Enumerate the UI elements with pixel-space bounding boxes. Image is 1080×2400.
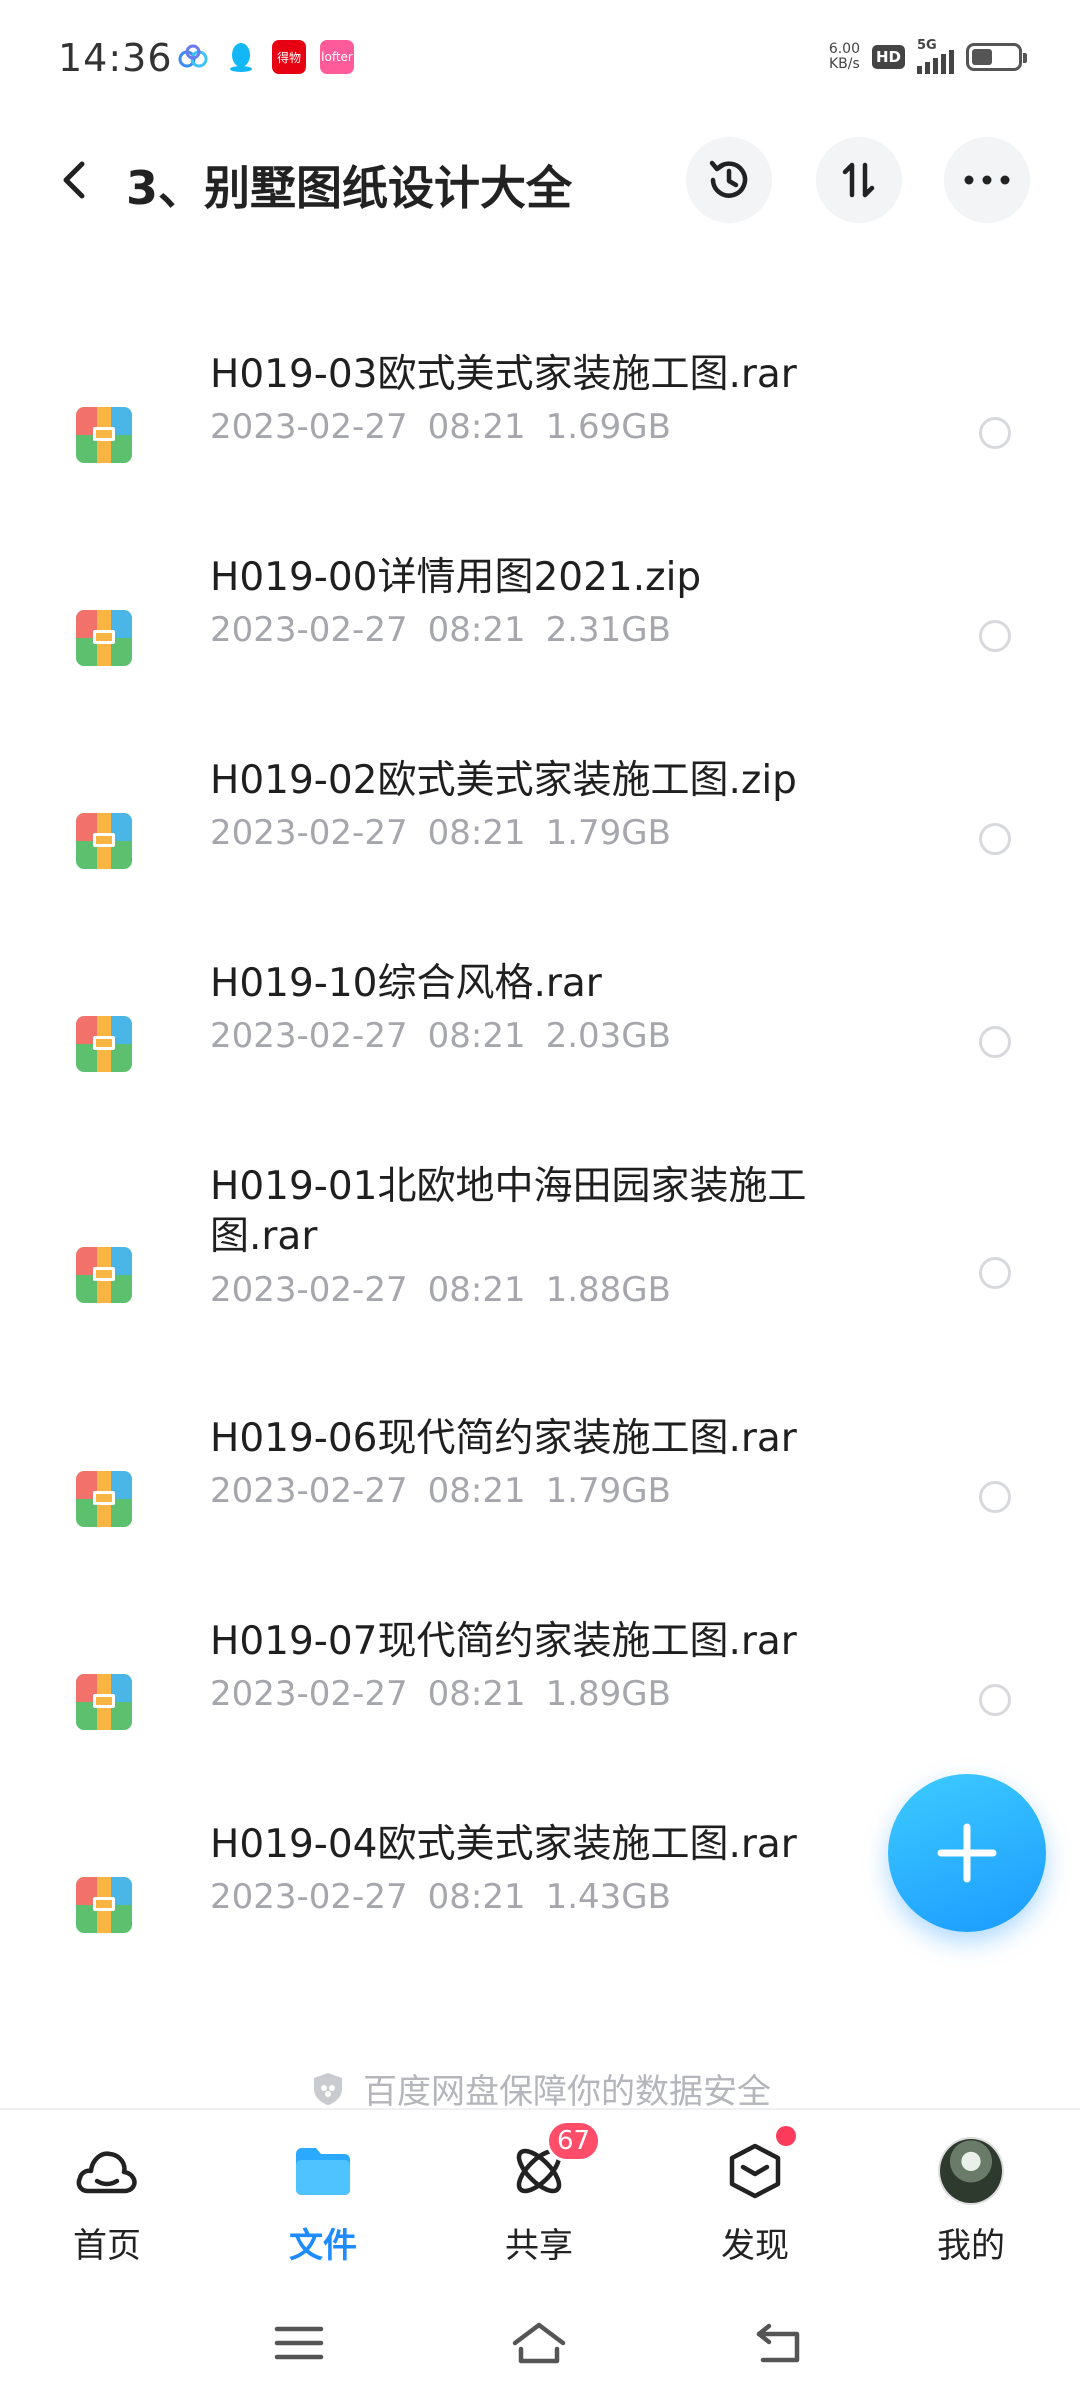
folder-icon <box>290 2138 356 2204</box>
archive-file-icon <box>76 1471 132 1527</box>
archive-file-icon <box>76 813 132 869</box>
discover-badge-dot <box>776 2126 796 2146</box>
add-button[interactable] <box>888 1774 1046 1932</box>
nav-label-mine: 我的 <box>937 2226 1005 2266</box>
archive-file-icon <box>76 1016 132 1072</box>
nav-item-files[interactable]: 文件 <box>253 2138 393 2268</box>
nav-label-share: 共享 <box>505 2226 573 2266</box>
file-meta: 2023-02-27 08:21 1.89GB <box>210 1674 671 1714</box>
select-radio[interactable] <box>979 620 1011 652</box>
sort-icon <box>842 162 875 198</box>
select-radio[interactable] <box>979 1684 1011 1716</box>
cube-discover-icon <box>722 2126 796 2204</box>
nav-item-home[interactable]: 首页 <box>37 2138 177 2268</box>
archive-file-icon <box>76 407 132 463</box>
file-name: H019-10综合风格.rar <box>210 961 602 1006</box>
atom-share-icon: 67 <box>506 2120 602 2204</box>
back-icon <box>756 2323 800 2363</box>
system-menu-button[interactable] <box>264 2308 334 2378</box>
dewu-notification-icon: 得物 <box>272 40 306 74</box>
history-icon <box>709 160 748 198</box>
page-title: 3、别墅图纸设计大全 <box>126 161 573 215</box>
file-meta: 2023-02-27 08:21 2.31GB <box>210 610 671 650</box>
nav-label-discover: 发现 <box>721 2226 789 2266</box>
select-radio[interactable] <box>979 823 1011 855</box>
security-note-text: 百度网盘保障你的数据安全 <box>363 2072 771 2112</box>
nav-item-share[interactable]: 67 共享 <box>469 2120 609 2268</box>
nav-label-files: 文件 <box>289 2226 357 2266</box>
file-meta: 2023-02-27 08:21 1.88GB <box>210 1270 671 1310</box>
archive-file-icon <box>76 610 132 666</box>
file-row[interactable]: H019-00详情用图2021.zip 2023-02-27 08:21 2.31G… <box>0 548 1080 728</box>
lofter-notification-icon: lofter <box>320 40 354 74</box>
file-meta: 2023-02-27 08:21 1.69GB <box>210 407 671 447</box>
more-horizontal-icon <box>964 175 1010 185</box>
baidu-cloud-notification-icon <box>176 40 210 74</box>
cloud-home-icon <box>74 2138 140 2204</box>
notification-icons: 得物 lofter <box>176 40 354 74</box>
system-back-button[interactable] <box>744 2308 814 2378</box>
plus-icon <box>937 1823 997 1883</box>
nav-item-discover[interactable]: 发现 <box>685 2126 825 2268</box>
select-radio[interactable] <box>979 417 1011 449</box>
back-button[interactable] <box>44 150 104 210</box>
home-icon <box>512 2322 566 2364</box>
avatar <box>938 2137 1004 2205</box>
archive-file-icon <box>76 1674 132 1730</box>
file-name: H019-02欧式美式家装施工图.zip <box>210 758 797 803</box>
menu-icon <box>274 2326 324 2360</box>
file-meta: 2023-02-27 08:21 1.79GB <box>210 1471 671 1511</box>
file-name: H019-04欧式美式家装施工图.rar <box>210 1822 797 1867</box>
file-row[interactable]: H019-06现代简约家装施工图.rar 2023-02-27 08:21 1.79… <box>0 1409 1080 1589</box>
network-speed: 6.00 KB/s <box>828 41 860 72</box>
status-bar: 14:36 得物 lofter 6.00 KB/s HD 5G <box>0 0 1080 120</box>
sort-button[interactable] <box>816 137 902 223</box>
more-button[interactable] <box>944 137 1030 223</box>
qq-notification-icon <box>224 40 258 74</box>
share-badge: 67 <box>546 2120 602 2162</box>
file-meta: 2023-02-27 08:21 1.43GB <box>210 1877 671 1917</box>
chevron-left-icon <box>63 161 85 199</box>
file-row[interactable]: H019-01北欧地中海田园家装施工图.rar 2023-02-27 08:21 1… <box>0 1157 1080 1397</box>
file-meta: 2023-02-27 08:21 1.79GB <box>210 813 671 853</box>
nav-label-home: 首页 <box>73 2226 141 2266</box>
bottom-nav: 首页 文件 67 共享 发现 我的 <box>0 2108 1080 2308</box>
battery-icon <box>966 43 1027 71</box>
select-radio[interactable] <box>979 1481 1011 1513</box>
file-name: H019-06现代简约家装施工图.rar <box>210 1416 797 1461</box>
file-meta: 2023-02-27 08:21 2.03GB <box>210 1016 671 1056</box>
file-row[interactable]: H019-07现代简约家装施工图.rar 2023-02-27 08:21 1.89… <box>0 1612 1080 1792</box>
file-name: H019-00详情用图2021.zip <box>210 555 702 600</box>
clock: 14:36 <box>58 36 173 80</box>
network-type: 5G <box>917 38 937 53</box>
archive-file-icon <box>76 1247 132 1303</box>
signal-icon: 5G <box>917 38 954 74</box>
system-nav-bar <box>0 2290 1080 2400</box>
archive-file-icon <box>76 1877 132 1933</box>
file-name: H019-07现代简约家装施工图.rar <box>210 1619 797 1664</box>
select-radio[interactable] <box>979 1026 1011 1058</box>
shield-icon <box>314 2072 342 2105</box>
history-button[interactable] <box>686 137 772 223</box>
file-row[interactable]: H019-02欧式美式家装施工图.zip 2023-02-27 08:21 1.79… <box>0 751 1080 931</box>
system-indicators: 6.00 KB/s HD 5G <box>828 38 1027 74</box>
security-note: 百度网盘保障你的数据安全 <box>0 2064 1080 2113</box>
hd-icon: HD <box>871 45 905 69</box>
top-header: 3、别墅图纸设计大全 <box>0 130 1080 230</box>
file-row[interactable]: H019-03欧式美式家装施工图.rar 2023-02-27 08:21 1.69… <box>0 345 1080 525</box>
file-row[interactable]: H019-10综合风格.rar 2023-02-27 08:21 2.03GB <box>0 954 1080 1134</box>
select-radio[interactable] <box>979 1257 1011 1289</box>
system-home-button[interactable] <box>504 2308 574 2378</box>
file-name: H019-01北欧地中海田园家装施工图.rar <box>210 1164 807 1259</box>
nav-item-mine[interactable]: 我的 <box>901 2137 1041 2268</box>
file-name: H019-03欧式美式家装施工图.rar <box>210 352 797 397</box>
